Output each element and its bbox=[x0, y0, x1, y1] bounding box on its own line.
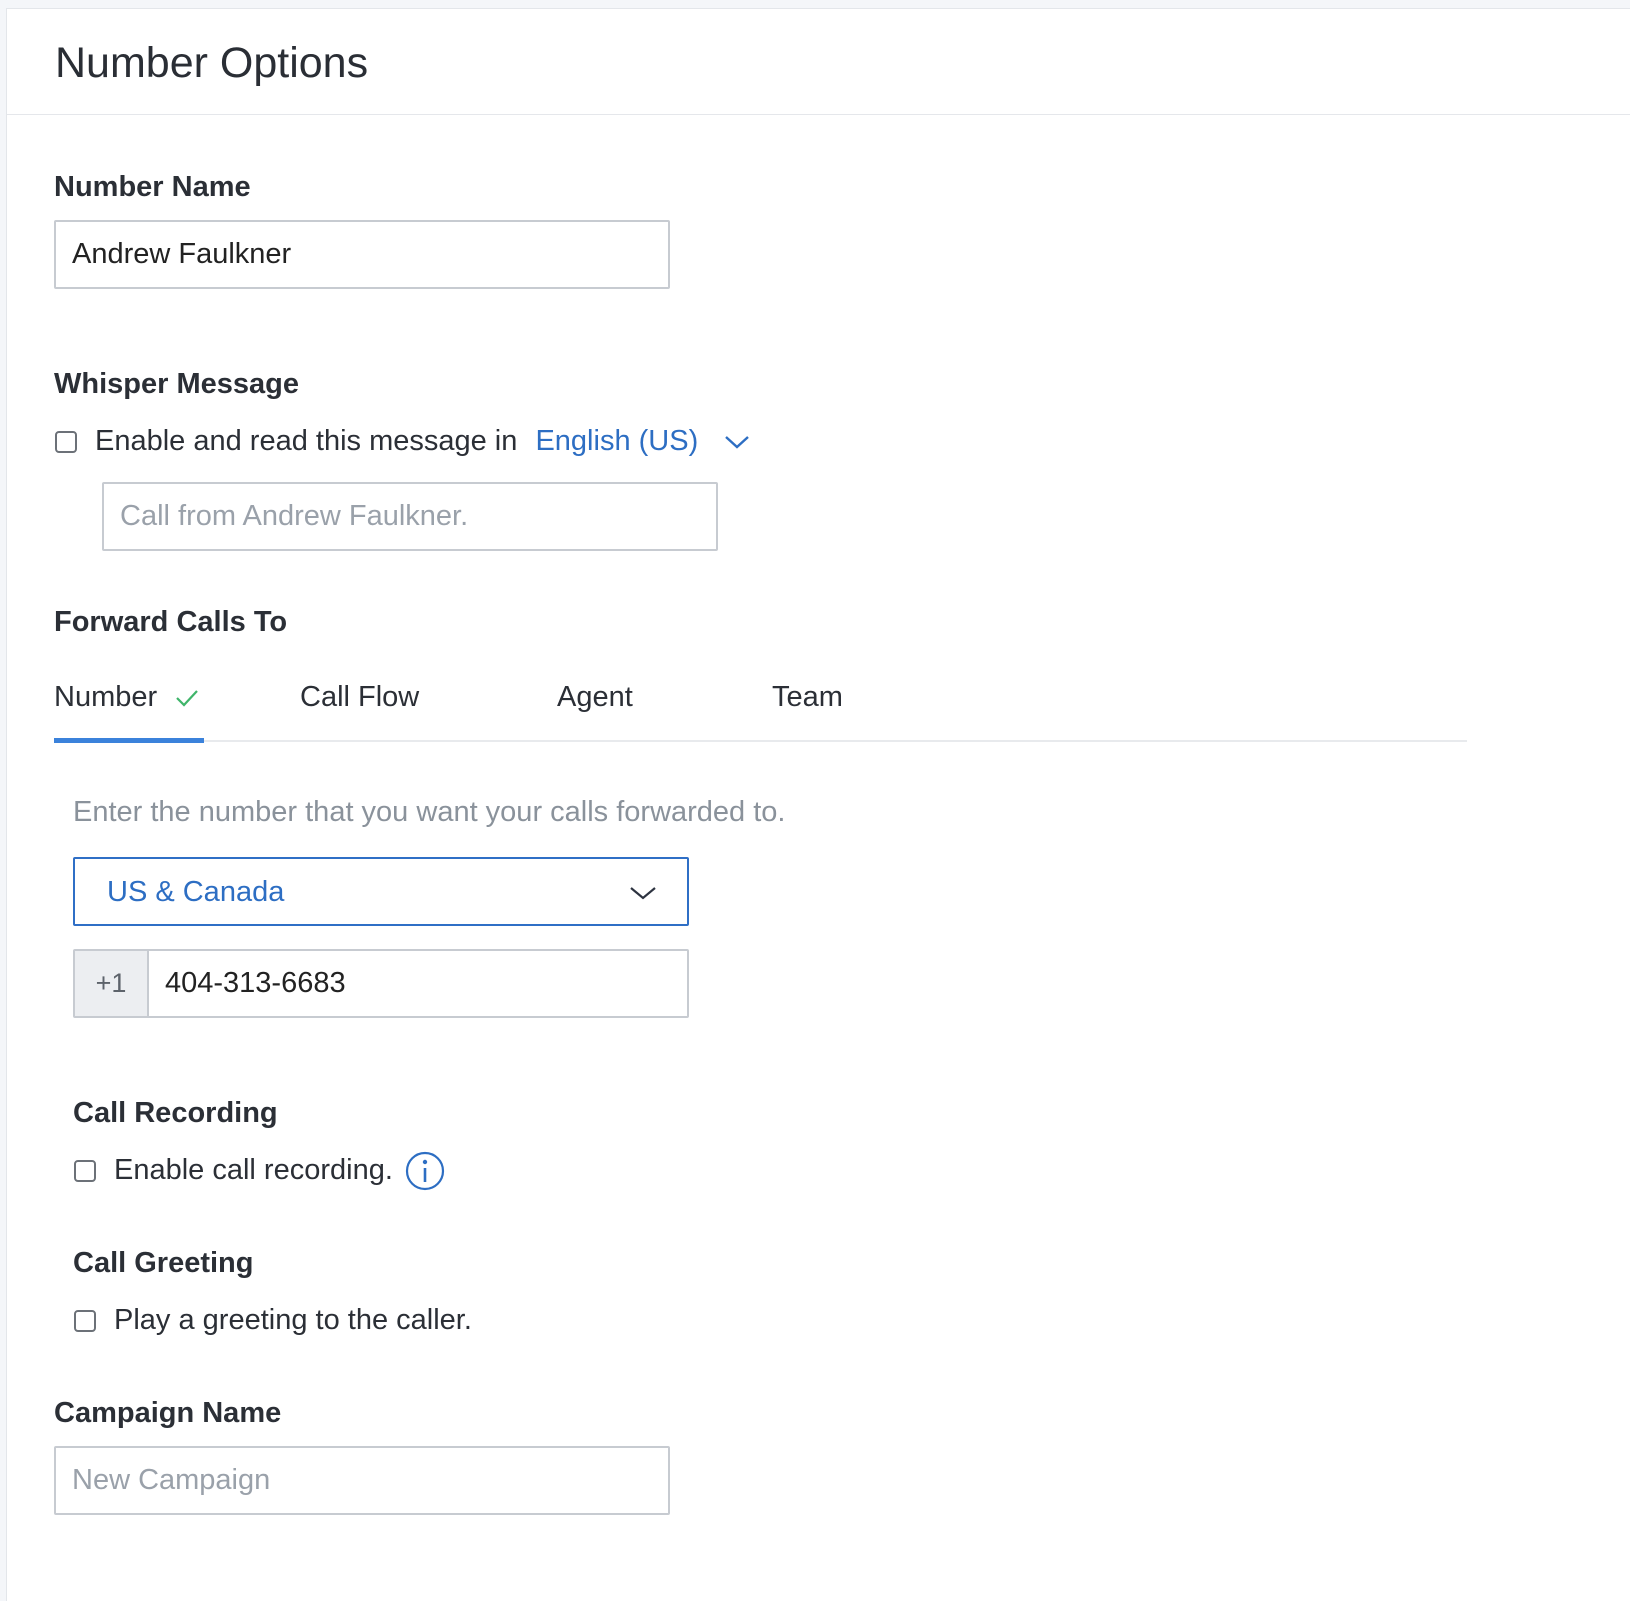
tab-number-label: Number bbox=[54, 681, 158, 713]
campaign-name-input[interactable] bbox=[54, 1446, 670, 1515]
region-value: US & Canada bbox=[107, 876, 285, 908]
checkmark-icon bbox=[176, 690, 199, 707]
region-select[interactable]: US & Canada bbox=[73, 857, 689, 926]
number-name-input[interactable] bbox=[54, 220, 670, 289]
whisper-enable-row: Enable and read this message in English … bbox=[95, 423, 750, 459]
whisper-enable-label: Enable and read this message in bbox=[95, 425, 518, 457]
call-greeting-checkbox[interactable] bbox=[74, 1310, 96, 1332]
call-greeting-label: Call Greeting bbox=[73, 1247, 254, 1279]
tab-call-flow[interactable]: Call Flow bbox=[300, 679, 419, 715]
call-recording-checkbox[interactable] bbox=[74, 1160, 96, 1182]
call-greeting-checkbox-label: Play a greeting to the caller. bbox=[114, 1304, 472, 1336]
page-title: Number Options bbox=[55, 39, 369, 87]
language-value: English (US) bbox=[535, 425, 699, 457]
tab-number[interactable]: Number bbox=[54, 679, 199, 715]
call-recording-checkbox-label: Enable call recording. bbox=[114, 1154, 393, 1186]
chevron-down-icon bbox=[725, 436, 750, 449]
whisper-message-input[interactable] bbox=[102, 482, 718, 551]
chevron-down-icon bbox=[630, 887, 656, 900]
active-tab-indicator bbox=[54, 738, 204, 743]
call-recording-label: Call Recording bbox=[73, 1097, 278, 1129]
panel-header: Number Options bbox=[7, 9, 1630, 115]
language-select[interactable]: English (US) bbox=[535, 425, 750, 457]
forward-calls-label: Forward Calls To bbox=[54, 606, 288, 638]
info-icon[interactable] bbox=[405, 1151, 445, 1191]
campaign-name-label: Campaign Name bbox=[54, 1397, 282, 1429]
phone-number-group: +1 bbox=[73, 949, 689, 1018]
number-name-label: Number Name bbox=[54, 171, 251, 203]
tab-team[interactable]: Team bbox=[772, 679, 843, 715]
country-code-prefix: +1 bbox=[75, 951, 149, 1016]
tab-agent[interactable]: Agent bbox=[557, 679, 633, 715]
whisper-message-label: Whisper Message bbox=[54, 368, 299, 400]
forward-hint-text: Enter the number that you want your call… bbox=[73, 796, 786, 828]
whisper-enable-checkbox[interactable] bbox=[55, 431, 77, 453]
phone-number-input[interactable] bbox=[149, 951, 687, 1016]
tabs-divider bbox=[54, 740, 1467, 742]
number-options-panel: Number Options Number Name Whisper Messa… bbox=[6, 8, 1630, 1601]
